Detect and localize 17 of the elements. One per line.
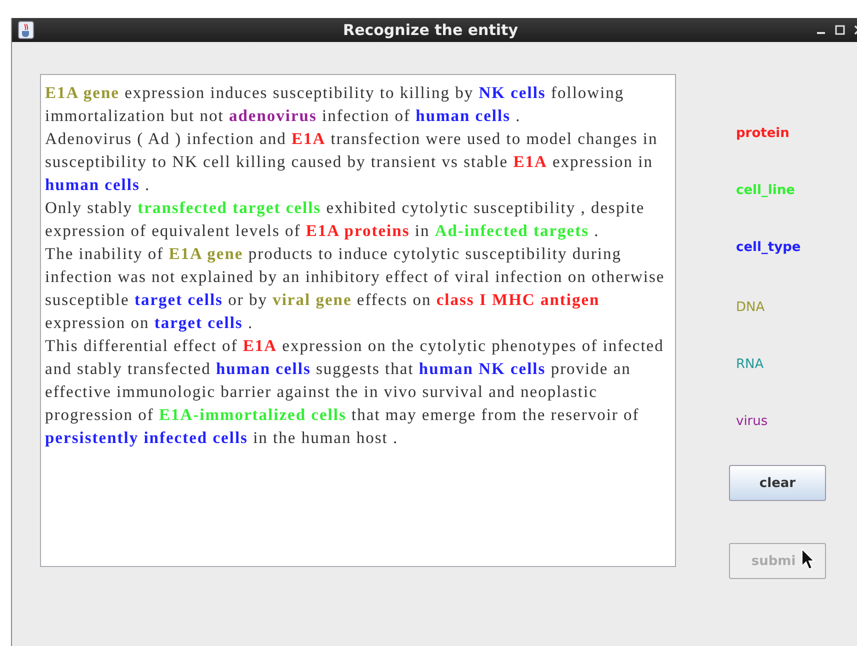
cup-icon bbox=[18, 21, 34, 39]
entity-label: cell_type bbox=[736, 240, 802, 257]
cursor-icon bbox=[801, 548, 815, 570]
sentence: Adenovirus ( Ad ) infection and E1A transfection were used to model changes in susceptibility to NK cell killing caused by transient vs stable E1A expression in human cells . bbox=[45, 128, 659, 196]
sentence: This differential effect of E1A expression on the cytolytic phenotypes of infected and stably transfected human cells suggests that human NK cells provide an effective immunologic barrier against the in vivo survival and neoplastic progression of E1A-immortalized cells that may emerge from the reservoir of persistently infected cells in the human host . bbox=[45, 335, 665, 449]
entity-label: protein bbox=[736, 126, 790, 143]
sentence: The inability of E1A gene products to induce cytolytic susceptibility during infection was not explained by an inhibitory effect of viral infection on otherwise susceptible target cells or by viral gene effects on class I MHC antigen expression on target cells . bbox=[45, 243, 666, 334]
sentence: E1A gene expression induces susceptibility to killing by NK cells following immortalization but not adenovirus infection of human cells . bbox=[45, 82, 626, 127]
clear-button[interactable]: clear bbox=[729, 465, 826, 501]
maximize-icon[interactable] bbox=[835, 25, 845, 35]
entity-label: RNA bbox=[736, 357, 765, 374]
sentence: Only stably transfected target cells exhibited cytolytic susceptibility , despite expression of equivalent levels of E1A proteins in Ad-infected targets . bbox=[45, 197, 646, 242]
entity-label: virus bbox=[736, 414, 769, 431]
window-title: Recognize the entity bbox=[342, 21, 519, 39]
entity-label: DNA bbox=[736, 300, 766, 317]
entity-label: cell_line bbox=[736, 183, 796, 200]
text-area[interactable] bbox=[40, 74, 676, 567]
